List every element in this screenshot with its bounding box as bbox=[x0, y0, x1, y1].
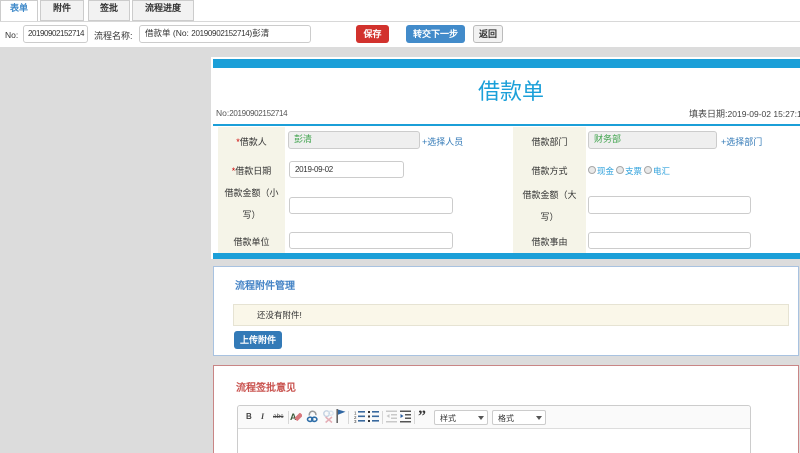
svg-text:3: 3 bbox=[354, 419, 357, 423]
